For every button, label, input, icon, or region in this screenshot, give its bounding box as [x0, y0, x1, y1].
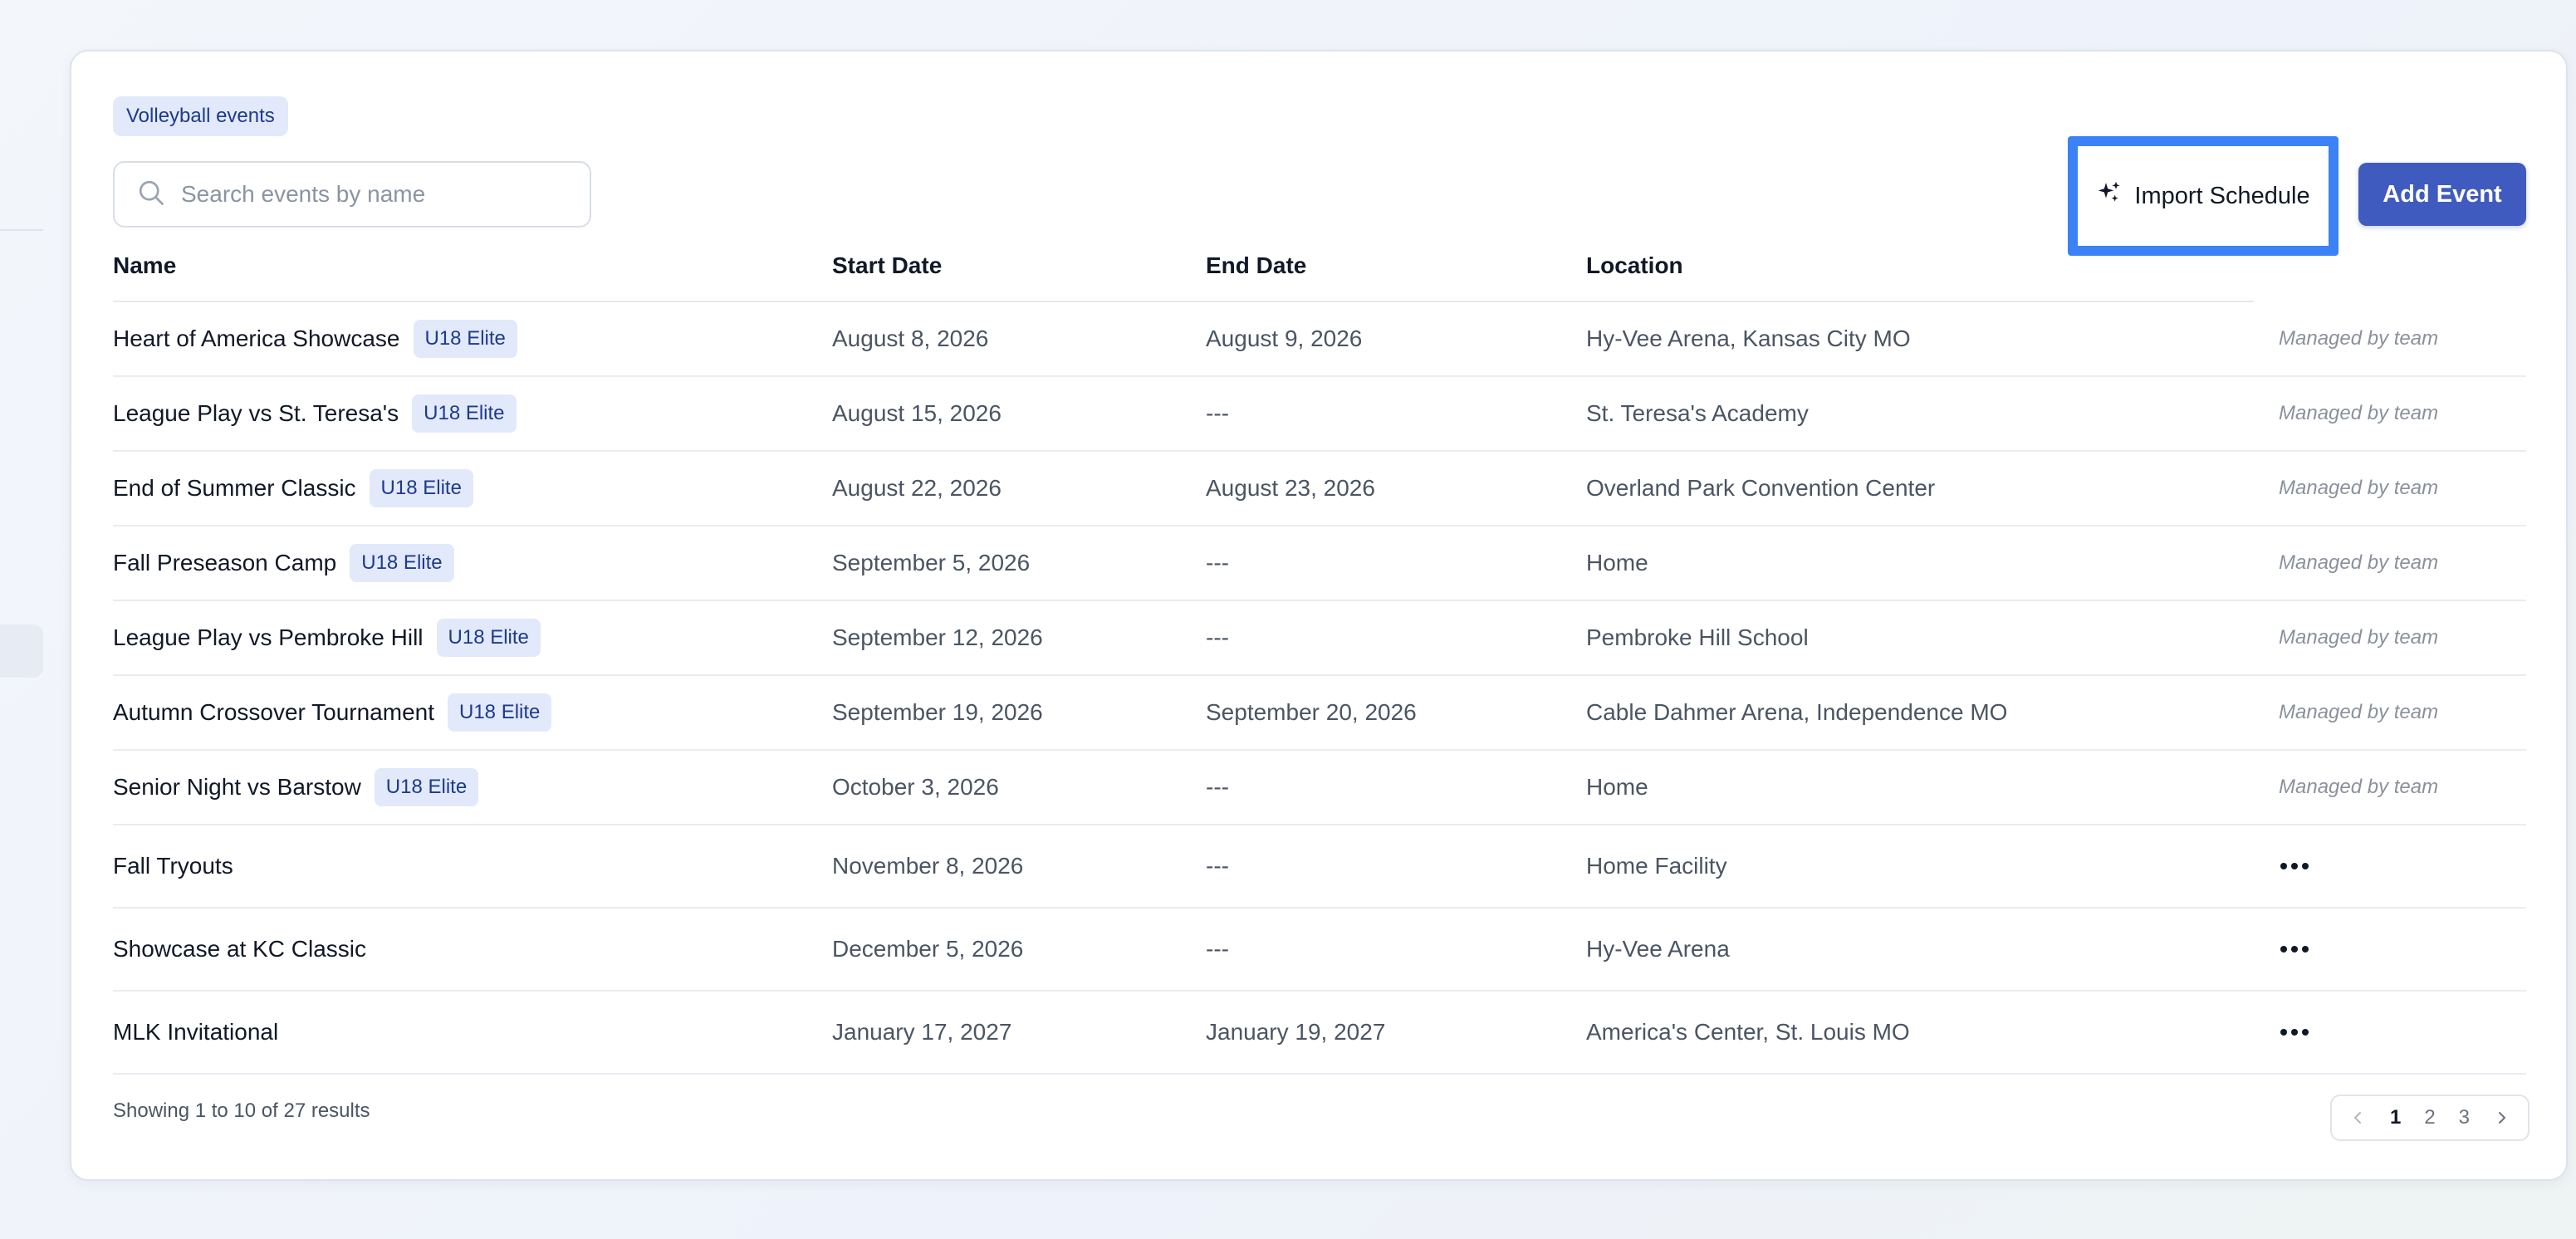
start-date: December 5, 2026 — [832, 936, 1024, 962]
event-name: Fall Preseason Camp — [113, 550, 337, 575]
location: Pembroke Hill School — [1586, 624, 1809, 650]
location: St. Teresa's Academy — [1586, 400, 1809, 426]
end-date: --- — [1206, 550, 1229, 575]
team-tag: U18 Elite — [436, 619, 541, 657]
managed-status: Managed by team — [2279, 701, 2439, 723]
managed-status: Managed by team — [2279, 776, 2439, 798]
managed-status: Managed by team — [2279, 402, 2439, 424]
event-name: League Play vs St. Teresa's — [113, 400, 399, 426]
event-name: Senior Night vs Barstow — [113, 774, 361, 800]
managed-status: Managed by team — [2279, 551, 2439, 574]
import-schedule-label: Import Schedule — [2134, 182, 2310, 209]
pagination: 1 2 3 — [2330, 1095, 2529, 1141]
search-input[interactable] — [181, 181, 571, 208]
event-name: Showcase at KC Classic — [113, 936, 367, 962]
table-row[interactable]: League Play vs St. Teresa's U18 Elite Aug… — [113, 377, 2526, 452]
filter-chip[interactable]: Volleyball events — [113, 96, 288, 136]
location: America's Center, St. Louis MO — [1586, 1019, 1910, 1045]
table-row[interactable]: Heart of America Showcase U18 Elite Augus… — [113, 302, 2526, 377]
table-row[interactable]: Senior Night vs Barstow U18 Elite October… — [113, 751, 2526, 825]
results-summary: Showing 1 to 10 of 27 results — [113, 1099, 370, 1122]
end-date: --- — [1206, 853, 1229, 879]
team-tag: U18 Elite — [350, 544, 454, 582]
end-date: --- — [1206, 774, 1229, 800]
table-row[interactable]: MLK Invitational January 17, 2027 Januar… — [113, 992, 2526, 1075]
start-date: September 19, 2026 — [832, 699, 1043, 725]
managed-status: Managed by team — [2279, 626, 2439, 649]
start-date: November 8, 2026 — [832, 853, 1024, 879]
table-row[interactable]: Fall Preseason Camp U18 Elite September 5… — [113, 526, 2526, 601]
end-date: September 20, 2026 — [1206, 699, 1417, 725]
team-tag: U18 Elite — [374, 768, 479, 806]
page-button-3[interactable]: 3 — [2459, 1106, 2470, 1129]
page-button-2[interactable]: 2 — [2424, 1106, 2435, 1129]
location: Home — [1586, 774, 1648, 800]
location: Hy-Vee Arena — [1586, 936, 1730, 962]
events-card: Volleyball events Import Schedule Add Ev… — [70, 50, 2568, 1181]
column-header-end-date[interactable]: End Date — [1206, 251, 1306, 281]
team-tag: U18 Elite — [413, 320, 517, 358]
start-date: September 12, 2026 — [832, 624, 1043, 650]
start-date: September 5, 2026 — [832, 550, 1031, 575]
more-horizontal-icon[interactable] — [2279, 1028, 2310, 1036]
table-row[interactable]: Autumn Crossover Tournament U18 Elite Sep… — [113, 676, 2526, 751]
chevron-left-icon[interactable] — [2350, 1109, 2367, 1126]
background-divider — [0, 229, 43, 231]
background-nav-highlight — [0, 624, 43, 678]
end-date: --- — [1206, 624, 1229, 650]
location: Cable Dahmer Arena, Independence MO — [1586, 699, 2008, 725]
table-row[interactable]: Showcase at KC Classic December 5, 2026 … — [113, 908, 2526, 992]
column-header-location[interactable]: Location — [1586, 251, 1683, 281]
table-row[interactable]: League Play vs Pembroke Hill U18 Elite Se… — [113, 601, 2526, 676]
search-icon — [136, 178, 166, 212]
end-date: --- — [1206, 936, 1229, 962]
team-tag: U18 Elite — [412, 394, 517, 433]
end-date: August 23, 2026 — [1206, 475, 1375, 501]
end-date: --- — [1206, 400, 1229, 426]
managed-status: Managed by team — [2279, 327, 2439, 350]
start-date: January 17, 2027 — [832, 1019, 1012, 1045]
event-name: Fall Tryouts — [113, 853, 233, 879]
event-name: Heart of America Showcase — [113, 326, 400, 351]
location: Overland Park Convention Center — [1586, 475, 1936, 501]
import-schedule-button[interactable]: Import Schedule — [2078, 146, 2329, 246]
team-tag: U18 Elite — [369, 469, 473, 507]
location: Hy-Vee Arena, Kansas City MO — [1586, 326, 1911, 351]
end-date: January 19, 2027 — [1206, 1019, 1386, 1045]
start-date: August 8, 2026 — [832, 326, 989, 351]
managed-status: Managed by team — [2279, 477, 2439, 499]
start-date: August 22, 2026 — [832, 475, 1002, 501]
sparkles-icon — [2096, 179, 2134, 213]
location: Home Facility — [1586, 853, 1727, 879]
table-row[interactable]: Fall Tryouts November 8, 2026 --- Home F… — [113, 825, 2526, 908]
chevron-right-icon[interactable] — [2493, 1109, 2510, 1126]
column-header-name[interactable]: Name — [113, 251, 176, 281]
add-event-button[interactable]: Add Event — [2358, 163, 2526, 226]
table-row[interactable]: End of Summer Classic U18 Elite August 22… — [113, 452, 2526, 526]
event-name: End of Summer Classic — [113, 475, 356, 501]
event-name: MLK Invitational — [113, 1019, 279, 1045]
column-header-start-date[interactable]: Start Date — [832, 251, 942, 281]
more-horizontal-icon[interactable] — [2279, 862, 2310, 870]
end-date: August 9, 2026 — [1206, 326, 1363, 351]
search-box[interactable] — [113, 161, 591, 228]
event-name: League Play vs Pembroke Hill — [113, 624, 424, 650]
location: Home — [1586, 550, 1648, 575]
team-tag: U18 Elite — [448, 693, 552, 732]
event-name: Autumn Crossover Tournament — [113, 699, 434, 725]
more-horizontal-icon[interactable] — [2279, 945, 2310, 953]
page-button-1[interactable]: 1 — [2390, 1106, 2401, 1129]
start-date: October 3, 2026 — [832, 774, 999, 800]
start-date: August 15, 2026 — [832, 400, 1002, 426]
